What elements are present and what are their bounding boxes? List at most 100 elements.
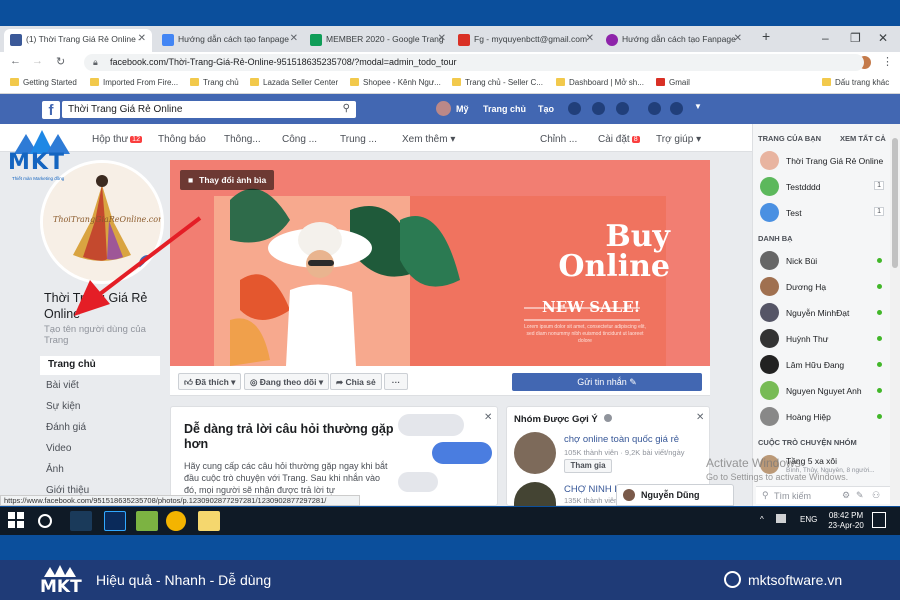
contact-item[interactable]: Huỳnh Thư — [758, 329, 886, 349]
tab-edit[interactable]: Chỉnh ... — [540, 134, 577, 145]
sidebar-page-item[interactable]: Test 1 — [758, 203, 886, 223]
url-input[interactable]: 🔒︎ facebook.com/Thời-Trang-Giá-Rẻ-Online… — [84, 54, 864, 71]
photoshop-icon[interactable] — [104, 511, 126, 531]
bluestacks-icon[interactable] — [136, 511, 158, 531]
cover-photo[interactable]: Buy Online NEW SALE! Lorem ipsum dolor s… — [170, 160, 710, 366]
create-username-link[interactable]: Tạo tên người dùng của Trang — [44, 324, 162, 346]
menu-icon[interactable]: ⋮ — [882, 55, 893, 68]
notifications-icon[interactable] — [616, 102, 629, 115]
scrollbar-thumb[interactable] — [892, 138, 898, 268]
user-avatar[interactable] — [436, 101, 451, 116]
tab-more[interactable]: Xem thêm ▾ — [402, 134, 455, 145]
browser-tab-webpage[interactable]: Hướng dẫn cách tạo Fanpage ✕ — [600, 29, 748, 52]
reload-icon[interactable]: ↻ — [56, 55, 65, 68]
group-name-link[interactable]: chợ online toàn quốc giá rẻ — [564, 434, 679, 445]
contact-item[interactable]: Nick Bùi — [758, 251, 886, 271]
create-link[interactable]: Tạo — [538, 104, 554, 114]
file-manager-icon[interactable] — [70, 511, 92, 531]
see-all-link[interactable]: XEM TẤT CẢ — [840, 134, 886, 143]
following-button[interactable]: ◎ Đang theo dõi ▾ — [244, 373, 330, 390]
bookmark-item[interactable]: Lazada Seller Center — [250, 78, 338, 87]
tab-insights[interactable]: Thông... — [224, 134, 261, 145]
left-nav-reviews[interactable]: Đánh giá — [40, 419, 160, 438]
account-dropdown-icon[interactable]: ▼ — [694, 102, 702, 111]
tab-inbox[interactable]: Hộp thư 12 — [92, 134, 142, 145]
close-tab-icon[interactable]: ✕ — [734, 33, 742, 44]
left-nav-photos[interactable]: Ảnh — [40, 461, 160, 480]
tab-help[interactable]: Trợ giúp ▾ — [656, 134, 701, 145]
left-nav-videos[interactable]: Video — [40, 440, 160, 459]
search-icon[interactable]: ⚲ — [343, 103, 350, 114]
liked-button[interactable]: 👍︎ Đã thích ▾ — [178, 373, 242, 390]
help-icon[interactable] — [670, 102, 683, 115]
windows-start-icon[interactable] — [8, 512, 24, 528]
chat-search-input[interactable]: ⚲ Tìm kiếm ⚙ ✎ ⚇ — [756, 486, 890, 504]
close-icon[interactable]: ✕ — [484, 412, 492, 423]
browser-tab-sheets[interactable]: MEMBER 2020 - Google Trang ✕ — [304, 29, 452, 52]
tab-ad-center[interactable]: Trung ... — [340, 134, 377, 145]
search-input[interactable]: Thời Trang Giá Rẻ Online ⚲ — [62, 101, 356, 118]
forward-icon[interactable]: → — [32, 55, 43, 67]
back-icon[interactable]: ← — [10, 55, 21, 67]
home-link[interactable]: Trang chủ — [483, 104, 526, 114]
taskbar-clock[interactable]: 08:42 PM 23-Apr-20 — [826, 511, 866, 531]
bookmark-item[interactable]: Getting Started — [10, 78, 77, 87]
left-nav-posts[interactable]: Bài viết — [40, 377, 160, 396]
facebook-logo-icon[interactable]: f — [42, 101, 60, 119]
cortana-search-icon[interactable] — [38, 514, 52, 528]
group-avatar[interactable] — [514, 432, 556, 474]
maximize-icon[interactable]: ❐ — [850, 31, 861, 45]
send-message-button[interactable]: Gửi tin nhắn ✎ — [512, 373, 702, 391]
settings-gear-icon[interactable]: ⚙ — [842, 490, 850, 501]
group-icon[interactable]: ⚇ — [872, 490, 880, 501]
bookmark-item[interactable]: Dấu trang khác — [822, 78, 889, 87]
scrollbar[interactable] — [890, 124, 900, 506]
tab-publishing-tools[interactable]: Công ... — [282, 134, 317, 145]
close-tab-icon[interactable]: ✕ — [290, 33, 298, 44]
close-icon[interactable]: ✕ — [696, 412, 704, 423]
more-options-button[interactable]: ··· — [384, 373, 408, 390]
quick-help-icon[interactable] — [648, 102, 661, 115]
chrome-icon[interactable] — [166, 511, 186, 531]
new-message-icon[interactable]: ✎ — [856, 490, 864, 501]
bookmark-item[interactable]: Trang chủ — [190, 78, 239, 87]
info-icon[interactable] — [604, 414, 612, 422]
messenger-icon[interactable] — [592, 102, 605, 115]
bookmark-item[interactable]: Gmail — [656, 78, 690, 87]
contact-item[interactable]: Nguyễn MinhĐạt — [758, 303, 886, 323]
bookmark-item[interactable]: Dashboard | Mở sh... — [556, 78, 644, 87]
left-nav-home[interactable]: Trang chủ — [40, 356, 160, 375]
chat-popup[interactable]: Nguyễn Dũng — [616, 484, 734, 506]
close-window-icon[interactable]: ✕ — [878, 31, 888, 45]
folder-explorer-icon[interactable] — [198, 511, 220, 531]
sidebar-page-item[interactable]: Testdddd 1 — [758, 177, 886, 197]
contact-item[interactable]: Lâm Hữu Đang — [758, 355, 886, 375]
close-tab-icon[interactable]: ✕ — [438, 33, 446, 44]
bookmark-item[interactable]: Trang chủ - Seller C... — [452, 78, 543, 87]
bookmark-item[interactable]: Shopee - Kênh Ngư... — [350, 78, 441, 87]
close-tab-icon[interactable]: ✕ — [586, 33, 594, 44]
left-nav-events[interactable]: Sự kiện — [40, 398, 160, 417]
browser-tab-gmail[interactable]: Fg - myquyenbctt@gmail.com ✕ — [452, 29, 600, 52]
join-group-button[interactable]: Tham gia — [564, 459, 612, 473]
notification-center-icon[interactable] — [872, 512, 886, 528]
footer-website[interactable]: mktsoftware.vn — [748, 572, 842, 588]
browser-tab-facebook[interactable]: (1) Thời Trang Giá Rẻ Online - ✕ — [4, 29, 152, 52]
tab-settings[interactable]: Cài đặt 8 — [598, 134, 640, 145]
browser-tab-docs[interactable]: Hướng dẫn cách tạo fanpage ✕ — [156, 29, 304, 52]
contact-item[interactable]: Dương Hạ — [758, 277, 886, 297]
contact-item[interactable]: Nguyen Nguyet Anh — [758, 381, 886, 401]
change-cover-button[interactable]: ■ Thay đổi ảnh bìa — [180, 170, 274, 190]
new-tab-button[interactable]: + — [762, 28, 770, 44]
user-name[interactable]: Mỹ — [456, 104, 469, 114]
language-indicator[interactable]: ENG — [800, 515, 817, 524]
tray-up-arrow-icon[interactable]: ^ — [760, 515, 764, 524]
close-tab-icon[interactable]: ✕ — [138, 33, 146, 44]
share-button[interactable]: ➦ Chia sẻ — [330, 373, 382, 390]
network-icon[interactable] — [776, 514, 786, 523]
contact-item[interactable]: Hoàng Hiệp — [758, 407, 886, 427]
bookmark-item[interactable]: Imported From Fire... — [90, 78, 178, 87]
friends-icon[interactable] — [568, 102, 581, 115]
sidebar-page-item[interactable]: Thời Trang Giá Rẻ Online — [758, 151, 886, 171]
tab-notifications[interactable]: Thông báo — [158, 134, 206, 145]
